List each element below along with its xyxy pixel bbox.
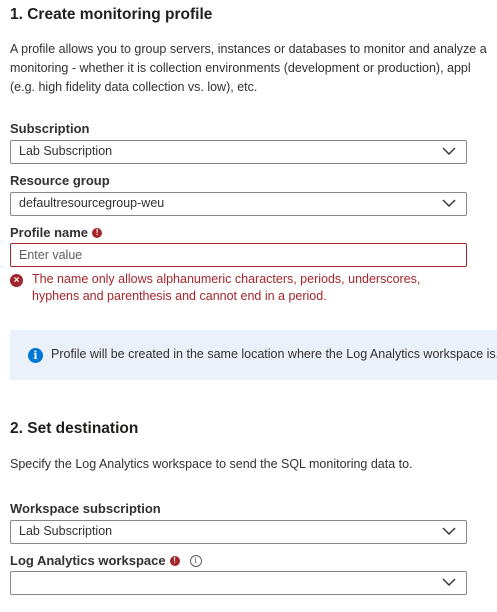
chevron-down-icon <box>442 199 456 207</box>
section-1-description: A profile allows you to group servers, i… <box>10 40 487 97</box>
subscription-value: Lab Subscription <box>19 144 113 158</box>
workspace-subscription-label: Workspace subscription <box>10 501 161 516</box>
monitoring-profile-form: 1. Create monitoring profile A profile a… <box>0 0 497 612</box>
profile-name-input[interactable] <box>11 244 466 266</box>
subscription-label-text: Subscription <box>10 121 90 136</box>
error-line: The name only allows alphanumeric charac… <box>32 272 421 286</box>
log-analytics-workspace-label-text: Log Analytics workspace <box>10 553 166 568</box>
info-icon: i <box>28 348 43 363</box>
resource-group-label-text: Resource group <box>10 173 110 188</box>
info-bar-text: Profile will be created in the same loca… <box>51 347 497 361</box>
profile-name-label: Profile name ! <box>10 225 103 240</box>
section-2-description: Specify the Log Analytics workspace to s… <box>10 457 413 471</box>
section-2-title: 2. Set destination <box>10 420 139 437</box>
chevron-down-icon <box>442 527 456 535</box>
subscription-dropdown[interactable]: Lab Subscription <box>10 140 467 164</box>
workspace-subscription-value: Lab Subscription <box>19 524 113 538</box>
description-line: monitoring - whether it is collection en… <box>10 61 471 75</box>
profile-name-label-text: Profile name <box>10 225 89 240</box>
resource-group-value: defaultresourcegroup-weu <box>19 196 165 210</box>
profile-name-field[interactable] <box>10 243 467 267</box>
required-icon: ! <box>92 227 103 238</box>
location-info-bar: i Profile will be created in the same lo… <box>10 330 497 380</box>
info-tooltip-icon[interactable]: i <box>189 554 202 567</box>
resource-group-dropdown[interactable]: defaultresourcegroup-weu <box>10 192 467 216</box>
description-line: A profile allows you to group servers, i… <box>10 42 487 56</box>
section-1-title: 1. Create monitoring profile <box>10 6 213 23</box>
log-analytics-workspace-dropdown[interactable] <box>10 571 467 595</box>
resource-group-label: Resource group <box>10 173 110 188</box>
error-circle-icon: × <box>10 274 23 287</box>
description-line: (e.g. high fidelity data collection vs. … <box>10 80 258 94</box>
chevron-down-icon <box>442 147 456 155</box>
chevron-down-icon <box>442 578 456 586</box>
required-icon: ! <box>169 555 180 566</box>
subscription-label: Subscription <box>10 121 89 136</box>
log-analytics-workspace-label: Log Analytics workspace ! i <box>10 553 202 568</box>
workspace-subscription-label-text: Workspace subscription <box>10 501 161 516</box>
profile-name-error-message: The name only allows alphanumeric charac… <box>32 271 420 305</box>
workspace-subscription-dropdown[interactable]: Lab Subscription <box>10 520 467 544</box>
error-line: hyphens and parenthesis and cannot end i… <box>32 289 327 303</box>
